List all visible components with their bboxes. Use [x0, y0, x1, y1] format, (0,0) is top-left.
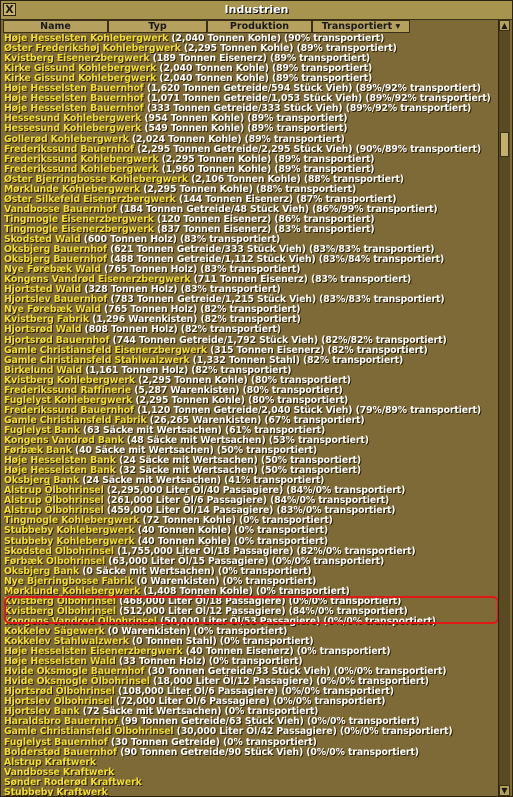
scroll-thumb[interactable] — [500, 132, 509, 157]
industry-details: (90 Tonnen Getreide/90 Stück Vieh) (0%/0… — [117, 746, 419, 758]
column-name-header[interactable]: Name — [3, 20, 108, 33]
list-item[interactable]: Stubbeby Kraftwerk — [4, 786, 108, 796]
column-transported-header[interactable]: Transportiert ▾ — [312, 20, 410, 33]
column-production-header[interactable]: Produktion — [207, 20, 312, 33]
scroll-up-button[interactable]: ▲ — [499, 20, 510, 31]
column-type-header[interactable]: Typ — [108, 20, 207, 33]
window-title: Industrien — [224, 3, 289, 16]
scroll-down-button[interactable]: ▼ — [499, 785, 510, 796]
scrollbar[interactable]: ▲ ▼ — [498, 20, 510, 796]
industry-name: Stubbeby Kraftwerk — [4, 786, 108, 796]
industries-window: X Industrien Name Typ Produktion Transpo… — [0, 0, 513, 797]
title-bar[interactable]: X Industrien — [1, 1, 512, 20]
column-header-bar: Name Typ Produktion Transportiert ▾ — [3, 20, 500, 33]
industry-list: Høje Hesselsten Kohlebergwerk (2,040 Ton… — [4, 34, 499, 796]
